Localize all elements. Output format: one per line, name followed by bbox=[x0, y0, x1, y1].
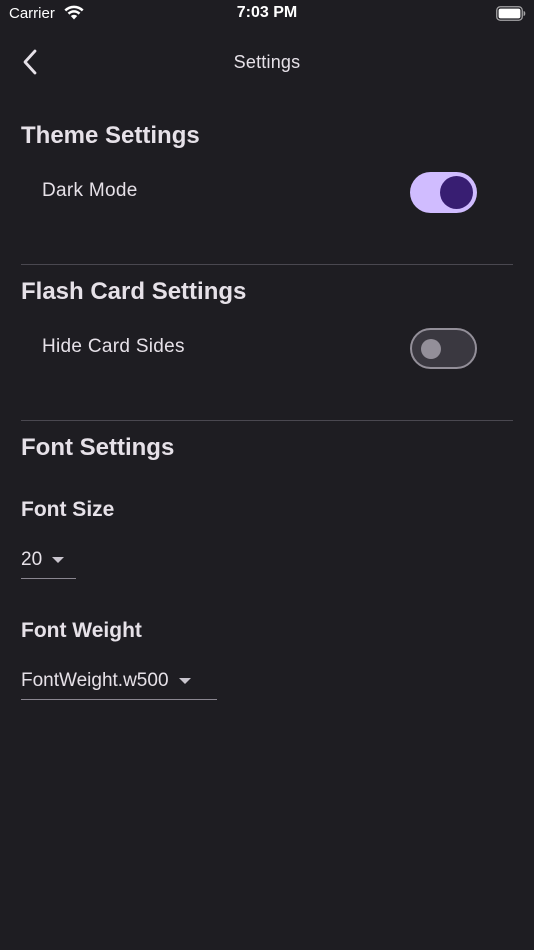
switch-knob bbox=[440, 176, 473, 209]
dark-mode-switch[interactable] bbox=[410, 172, 477, 213]
page-title: Settings bbox=[233, 52, 301, 72]
font-weight-dropdown[interactable]: FontWeight.w500 bbox=[21, 663, 217, 700]
status-time: 7:03 PM bbox=[236, 4, 298, 21]
dark-mode-label: Dark Mode bbox=[42, 180, 138, 201]
theme-settings-heading: Theme Settings bbox=[21, 122, 200, 149]
app-bar: Settings bbox=[0, 36, 534, 88]
caret-down-icon bbox=[52, 557, 65, 563]
divider bbox=[21, 264, 513, 265]
flash-card-settings-heading: Flash Card Settings bbox=[21, 278, 247, 305]
font-weight-value: FontWeight.w500 bbox=[21, 670, 169, 691]
battery-icon bbox=[496, 6, 526, 21]
caret-down-icon bbox=[178, 678, 191, 684]
font-settings-heading: Font Settings bbox=[21, 434, 175, 461]
hide-card-sides-switch[interactable] bbox=[410, 328, 477, 369]
font-weight-label: Font Weight bbox=[21, 619, 142, 642]
font-size-label: Font Size bbox=[21, 498, 115, 521]
hide-card-sides-label: Hide Card Sides bbox=[42, 336, 185, 357]
switch-knob bbox=[421, 339, 441, 359]
font-size-dropdown[interactable]: 20 bbox=[21, 542, 76, 579]
divider bbox=[21, 420, 513, 421]
font-size-value: 20 bbox=[21, 549, 43, 570]
status-bar: Carrier 7:03 PM bbox=[0, 0, 534, 28]
